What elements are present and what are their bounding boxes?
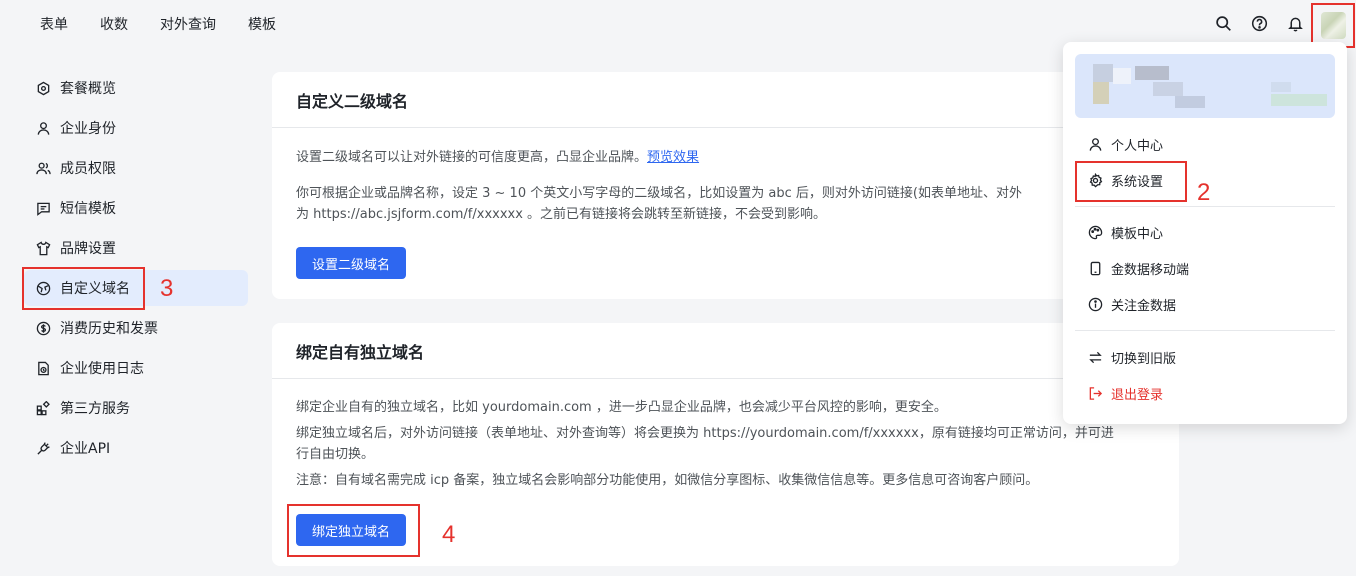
annotation-number: 4 <box>442 521 456 548</box>
sidebar-item-label: 短信模板 <box>60 201 116 217</box>
sidebar-item-label: 企业API <box>60 441 111 457</box>
users-icon <box>35 160 51 176</box>
preview-link[interactable]: 预览效果 <box>647 150 699 165</box>
card-title: 自定义二级域名 <box>272 72 1179 128</box>
user-icon <box>1087 136 1103 152</box>
avatar[interactable] <box>1321 12 1346 39</box>
dollar-icon <box>35 320 51 336</box>
card-description: 设置二级域名可以让对外链接的可信度更高，凸显企业品牌。预览效果 <box>296 150 700 165</box>
highlight-box <box>287 504 420 557</box>
menu-item-label: 退出登录 <box>1111 387 1164 403</box>
card-description-line: 你可根据企业或品牌名称，设定 3 ~ 10 个英文小写字母的二级域名，比如设置为… <box>296 186 1022 201</box>
menu-divider <box>1075 330 1335 331</box>
search-icon[interactable] <box>1213 13 1233 33</box>
palette-icon <box>1087 224 1103 240</box>
plug-icon <box>35 440 51 456</box>
help-icon[interactable] <box>1249 13 1269 33</box>
nav-item-external-query[interactable]: 对外查询 <box>160 14 216 34</box>
user-profile-card[interactable] <box>1075 54 1335 118</box>
set-subdomain-button[interactable]: 设置二级域名 <box>296 247 407 279</box>
menu-item-switch-old-version[interactable]: 切换到旧版 <box>1075 341 1335 373</box>
sidebar-item-label: 企业使用日志 <box>60 361 144 377</box>
sidebar-item-third-party[interactable]: 第三方服务 <box>24 390 248 426</box>
subdomain-card: 自定义二级域名 设置二级域名可以让对外链接的可信度更高，凸显企业品牌。预览效果 … <box>272 72 1179 299</box>
log-icon <box>35 360 51 376</box>
nav-item-templates[interactable]: 模板 <box>248 14 276 34</box>
info-icon <box>1087 296 1103 312</box>
menu-item-label: 模板中心 <box>1111 226 1164 242</box>
annotation-number: 2 <box>1197 179 1211 206</box>
menu-item-personal-center[interactable]: 个人中心 <box>1075 128 1335 160</box>
sidebar-item-api[interactable]: 企业API <box>24 430 248 466</box>
message-icon <box>35 200 51 216</box>
bell-icon[interactable] <box>1285 13 1305 33</box>
sidebar-item-usage-log[interactable]: 企业使用日志 <box>24 350 248 386</box>
sidebar-item-label: 成员权限 <box>60 161 116 177</box>
card-description-line: 行自由切换。 <box>296 447 375 462</box>
sidebar-item-company-identity[interactable]: 企业身份 <box>24 110 248 146</box>
card-description-line: 绑定独立域名后，对外访问链接（表单地址、对外查询等）将会更换为 https://… <box>296 426 1114 441</box>
top-nav: 表单 收数 对外查询 模板 1 <box>0 0 1356 88</box>
card-note: 注意：自有域名需完成 icp 备案，独立域名会影响部分功能使用，如微信分享图标、… <box>296 473 1039 488</box>
menu-item-label: 关注金数据 <box>1111 298 1177 314</box>
menu-item-label: 切换到旧版 <box>1111 351 1177 367</box>
card-title: 绑定自有独立域名 <box>272 323 1179 379</box>
card-description: 绑定企业自有的独立域名，比如 yourdomain.com ，进一步凸显企业品牌… <box>296 400 947 415</box>
package-icon <box>35 80 51 96</box>
card-description-line: 为 https://abc.jsjform.com/f/xxxxxx 。之前已有… <box>296 207 827 222</box>
logout-icon <box>1087 385 1103 401</box>
nav-item-collect[interactable]: 收数 <box>100 14 128 34</box>
menu-item-mobile-app[interactable]: 金数据移动端 <box>1075 252 1335 284</box>
menu-item-label: 金数据移动端 <box>1111 262 1190 278</box>
sidebar-item-label: 企业身份 <box>60 121 116 137</box>
user-dropdown-menu: 个人中心 系统设置 模板中心 金数据移动端 关注金数据 切换到旧版 退出登录 <box>1063 42 1347 424</box>
annotation-number: 3 <box>160 275 174 302</box>
highlight-box <box>22 267 145 310</box>
switch-icon <box>1087 349 1103 365</box>
menu-item-logout[interactable]: 退出登录 <box>1075 377 1335 409</box>
sidebar-item-sms-templates[interactable]: 短信模板 <box>24 190 248 226</box>
sidebar-item-label: 品牌设置 <box>60 241 116 257</box>
sidebar-item-brand-settings[interactable]: 品牌设置 <box>24 230 248 266</box>
sidebar-item-label: 消费历史和发票 <box>60 321 158 337</box>
nav-item-forms[interactable]: 表单 <box>40 14 68 34</box>
menu-item-follow[interactable]: 关注金数据 <box>1075 288 1335 320</box>
sidebar-item-label: 套餐概览 <box>60 81 116 97</box>
sidebar-item-package-overview[interactable]: 套餐概览 <box>24 70 248 106</box>
sidebar-item-label: 第三方服务 <box>60 401 130 417</box>
user-icon <box>35 120 51 136</box>
sidebar-item-member-permissions[interactable]: 成员权限 <box>24 150 248 186</box>
menu-item-template-center[interactable]: 模板中心 <box>1075 216 1335 248</box>
menu-item-label: 个人中心 <box>1111 138 1164 154</box>
apps-icon <box>35 400 51 416</box>
mobile-icon <box>1087 260 1103 276</box>
highlight-box <box>1075 161 1187 202</box>
shirt-icon <box>35 240 51 256</box>
sidebar-item-billing-history[interactable]: 消费历史和发票 <box>24 310 248 346</box>
